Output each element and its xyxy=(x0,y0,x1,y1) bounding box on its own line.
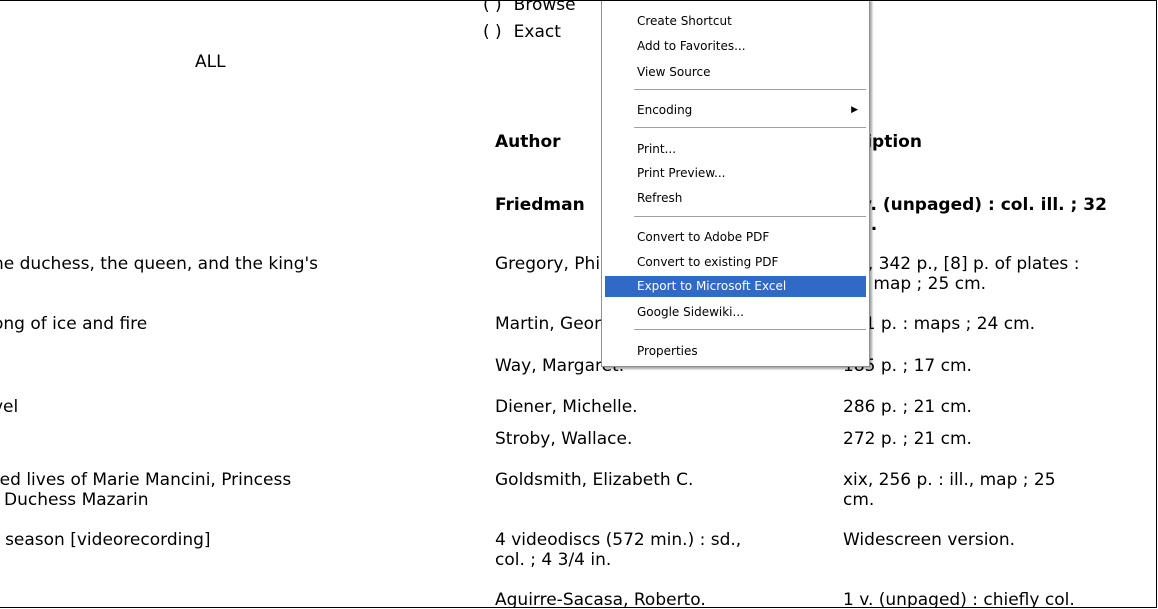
menu-separator xyxy=(634,127,866,128)
title-cell[interactable]: ted lives of Marie Mancini, Princess xyxy=(0,470,291,490)
menu-item-convert-to-adobe-pdf[interactable]: Convert to Adobe PDF xyxy=(605,227,866,248)
description-cell: 286 p. ; 21 cm. xyxy=(843,397,972,417)
results-page: ( )Browse ( )Exact ALL Author Descriptio… xyxy=(0,0,1156,608)
menu-item-refresh[interactable]: Refresh xyxy=(605,188,866,209)
title-cell-line2[interactable]: Duchess Mazarin xyxy=(4,490,148,510)
menu-separator xyxy=(634,216,866,217)
author-cell[interactable]: Aguirre-Sacasa, Roberto. xyxy=(495,590,706,607)
menu-item-label: Encoding xyxy=(637,103,693,117)
author-cell[interactable]: Stroby, Wallace. xyxy=(495,429,632,449)
column-header-author[interactable]: Author xyxy=(495,132,561,152)
description-cell-line2: cm. xyxy=(843,490,875,510)
author-cell[interactable]: Friedman xyxy=(495,195,585,215)
menu-item-view-source[interactable]: View Source xyxy=(605,62,866,83)
description-cell: 1 v. (unpaged) : col. ill. ; 32 xyxy=(843,195,1107,215)
menu-item-print[interactable]: Print... xyxy=(605,139,866,160)
menu-item-create-shortcut[interactable]: Create Shortcut xyxy=(605,11,866,32)
radio-label: Browse xyxy=(513,0,576,15)
description-cell: Widescreen version. xyxy=(843,530,1015,550)
scope-label: ALL xyxy=(195,52,226,72)
radio-option-exact[interactable]: ( ) Exact xyxy=(483,22,561,42)
menu-item-encoding[interactable]: Encoding ▶ xyxy=(605,100,866,121)
menu-item-print-preview[interactable]: Print Preview... xyxy=(605,163,866,184)
title-cell[interactable]: ong of ice and fire xyxy=(0,314,147,334)
description-cell: xiv, 342 p., [8] p. of plates : xyxy=(843,254,1080,274)
menu-item-google-sidewiki[interactable]: Google Sidewiki... xyxy=(605,302,866,323)
radio-mark[interactable]: ( ) xyxy=(483,1,502,15)
menu-item-add-to-favorites[interactable]: Add to Favorites... xyxy=(605,36,866,57)
context-menu: Create Shortcut Add to Favorites... View… xyxy=(601,1,870,367)
author-cell[interactable]: Diener, Michelle. xyxy=(495,397,638,417)
browser-page: ( )Browse ( )Exact ALL Author Descriptio… xyxy=(0,0,1157,608)
menu-separator xyxy=(634,89,866,90)
description-cell: xix, 256 p. : ill., map ; 25 xyxy=(843,470,1056,490)
title-cell[interactable]: vel xyxy=(0,397,18,417)
title-cell[interactable]: t season [videorecording] xyxy=(0,530,211,550)
author-cell[interactable]: Goldsmith, Elizabeth C. xyxy=(495,470,693,490)
menu-item-convert-to-existing-pdf[interactable]: Convert to existing PDF xyxy=(605,252,866,273)
radio-mark[interactable]: ( ) xyxy=(483,22,502,42)
submenu-arrow-icon: ▶ xyxy=(851,105,858,115)
author-cell-line2: col. ; 4 3/4 in. xyxy=(495,550,612,570)
menu-item-properties[interactable]: Properties xyxy=(605,341,866,362)
radio-option-browse[interactable]: ( ) Browse xyxy=(483,0,576,15)
description-cell: 272 p. ; 21 cm. xyxy=(843,429,972,449)
radio-label: Exact xyxy=(513,22,561,42)
menu-item-export-to-excel[interactable]: Export to Microsoft Excel xyxy=(605,276,866,297)
title-cell[interactable]: he duchess, the queen, and the king's xyxy=(0,254,318,274)
description-cell: 1 v. (unpaged) : chiefly col. xyxy=(843,590,1075,608)
description-cell: 791 p. : maps ; 24 cm. xyxy=(843,314,1036,334)
menu-separator xyxy=(634,329,866,330)
author-cell: 4 videodiscs (572 min.) : sd., xyxy=(495,530,742,550)
